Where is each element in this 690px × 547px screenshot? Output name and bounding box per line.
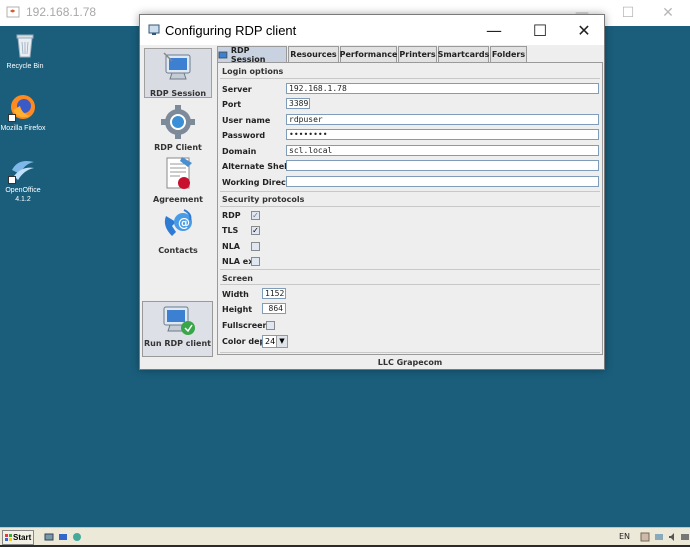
color-depth-select[interactable]: 24 ▼ <box>262 335 288 348</box>
firefox-icon: ↗ <box>8 92 38 122</box>
nla-ex-protocol-label: NLA ex <box>222 257 254 266</box>
sidebar-item-rdp-client[interactable]: RDP Client <box>144 103 212 153</box>
recycle-bin-icon <box>10 30 40 60</box>
login-options-title: Login options <box>222 67 284 76</box>
rdp-session-icon <box>158 49 198 87</box>
taskbar: Start EN <box>0 527 690 547</box>
tab-smartcards[interactable]: Smartcards <box>438 46 489 62</box>
rdp-protocol-checkbox[interactable]: ✓ <box>251 211 260 220</box>
sidebar: RDP Session RDP Client Agreement @ Conta… <box>142 46 215 337</box>
domain-field[interactable]: scl.local <box>286 145 599 156</box>
sidebar-item-contacts[interactable]: @ Contacts <box>144 206 212 256</box>
alternate-shell-field[interactable] <box>286 160 599 171</box>
group-divider <box>220 78 600 79</box>
screen-title: Screen <box>222 274 253 283</box>
username-field[interactable]: rdpuser <box>286 114 599 125</box>
tls-protocol-label: TLS <box>222 226 239 235</box>
outer-maximize-button[interactable]: ☐ <box>606 0 650 26</box>
port-label: Port <box>222 100 242 109</box>
gear-icon <box>158 103 198 141</box>
tab-bar: RDP Session Resources Performance Printe… <box>217 46 605 64</box>
nla-protocol-checkbox[interactable] <box>251 242 260 251</box>
windows-flag-icon <box>5 534 12 541</box>
height-field[interactable]: 864 <box>262 303 286 314</box>
dialog-title-bar[interactable]: Configuring RDP client — ☐ ✕ <box>140 15 604 45</box>
dialog-title: Configuring RDP client <box>165 23 297 38</box>
openoffice-icon: ↗ <box>8 154 38 184</box>
agreement-icon <box>158 155 198 193</box>
width-label: Width <box>222 290 249 299</box>
sidebar-item-label: RDP Session <box>149 89 207 98</box>
quicklaunch-browser-icon[interactable] <box>72 532 82 542</box>
port-field[interactable]: 3389 <box>286 98 310 109</box>
desktop-icon-label: OpenOffice 4.1.2 <box>5 187 41 203</box>
color-depth-value: 24 <box>265 337 276 346</box>
working-directory-field[interactable] <box>286 176 599 187</box>
vendor-footer: LLC Grapecom <box>377 358 443 367</box>
server-field[interactable]: 192.168.1.78 <box>286 83 599 94</box>
rdp-app-icon <box>148 24 160 35</box>
rdp-config-dialog: Configuring RDP client — ☐ ✕ RDP Session <box>139 14 605 370</box>
chevron-down-icon[interactable]: ▼ <box>276 336 287 347</box>
fullscreen-checkbox[interactable] <box>266 321 275 330</box>
tab-printers[interactable]: Printers <box>398 46 437 62</box>
group-divider <box>220 269 600 270</box>
monitor-icon <box>218 51 228 58</box>
username-label: User name <box>222 116 271 125</box>
group-divider <box>220 284 600 285</box>
tab-rdp-session[interactable]: RDP Session <box>217 46 287 64</box>
group-divider <box>220 352 600 353</box>
group-divider <box>220 191 600 192</box>
password-label: Password <box>222 131 266 140</box>
group-divider <box>220 206 600 207</box>
height-label: Height <box>222 305 253 314</box>
dialog-close-button[interactable]: ✕ <box>562 15 606 45</box>
password-field[interactable]: •••••••• <box>286 129 599 140</box>
width-field[interactable]: 1152 <box>262 288 286 299</box>
nla-ex-protocol-checkbox[interactable] <box>251 257 260 266</box>
alternate-shell-label: Alternate Shell <box>222 162 290 171</box>
outer-window-title: 192.168.1.78 <box>26 5 97 19</box>
run-rdp-client-button[interactable]: Run RDP client <box>142 301 213 357</box>
dialog-maximize-button[interactable]: ☐ <box>518 15 562 45</box>
desktop-icon-recycle-bin[interactable]: Recycle Bin <box>0 30 50 71</box>
sidebar-item-label: RDP Client <box>154 143 202 152</box>
sidebar-item-agreement[interactable]: Agreement <box>144 155 212 205</box>
start-label: Start <box>13 533 32 542</box>
tray-network-icon[interactable] <box>654 532 664 542</box>
svg-text:@: @ <box>178 216 190 230</box>
tab-performance[interactable]: Performance <box>340 46 397 62</box>
sidebar-item-label: Agreement <box>153 195 203 204</box>
tray-volume-icon[interactable] <box>668 532 678 542</box>
security-protocols-title: Security protocols <box>222 195 305 204</box>
tab-resources[interactable]: Resources <box>288 46 339 62</box>
sidebar-item-label: Contacts <box>158 246 198 255</box>
quicklaunch-explorer-icon[interactable] <box>58 532 68 542</box>
sidebar-item-rdp-session[interactable]: RDP Session <box>144 48 212 98</box>
rdp-session-panel: Login options Server 192.168.1.78 Port 3… <box>217 62 603 355</box>
desktop-icon-label: Mozilla Firefox <box>0 125 46 132</box>
run-button-label: Run RDP client <box>144 339 211 348</box>
outer-close-button[interactable]: ✕ <box>646 0 690 26</box>
tls-protocol-checkbox[interactable]: ✓ <box>251 226 260 235</box>
start-button[interactable]: Start <box>2 530 34 545</box>
nla-protocol-label: NLA <box>222 242 240 251</box>
tray-app-icon[interactable] <box>640 532 650 542</box>
tab-folders[interactable]: Folders <box>490 46 527 62</box>
quicklaunch-desktop-icon[interactable] <box>44 532 54 542</box>
domain-label: Domain <box>222 147 257 156</box>
tray-notify-icon[interactable] <box>680 532 690 542</box>
run-rdp-icon <box>158 304 198 338</box>
rdp-protocol-label: RDP <box>222 211 241 220</box>
desktop-icon-label: Recycle Bin <box>6 63 44 70</box>
desktop-icon-firefox[interactable]: ↗ Mozilla Firefox <box>0 92 48 133</box>
dialog-minimize-button[interactable]: — <box>472 15 516 45</box>
fullscreen-label: Fullscreen <box>222 321 269 330</box>
desktop-icon-openoffice[interactable]: ↗ OpenOffice 4.1.2 <box>0 154 48 204</box>
language-indicator[interactable]: EN <box>619 532 630 541</box>
java-app-icon <box>6 6 20 18</box>
server-label: Server <box>222 85 252 94</box>
contacts-icon: @ <box>158 206 198 244</box>
